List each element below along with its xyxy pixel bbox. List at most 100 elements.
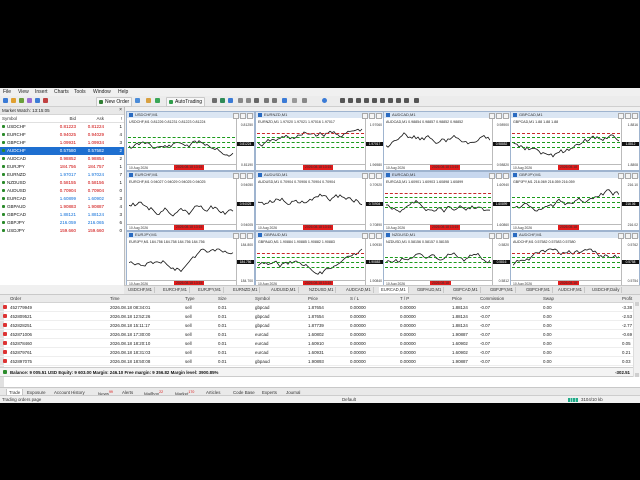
chart-body[interactable]: USDCHF,M1 0.81226 0.81231 0.81223 0.8122… — [127, 119, 254, 170]
metaeditor-icon[interactable] — [135, 98, 140, 103]
order-row[interactable]: 452879761 2026.08.18 18:31:03 sell 0.01 eurc… — [0, 348, 640, 357]
column-header[interactable]: Size — [218, 296, 227, 301]
chart-tab[interactable]: NZDUSD,M1 — [307, 287, 337, 293]
order-level-line[interactable] — [385, 197, 491, 198]
scroll-down-icon[interactable] — [635, 373, 639, 377]
market-watch-row[interactable]: USDCHF 0.81223 0.81224 1 — [0, 123, 124, 131]
tile-windows-icon[interactable] — [254, 98, 259, 103]
chart-window[interactable]: NZDUSD,M1 NZDUSD,M1 0.58156 0.58157 0.581… — [383, 231, 511, 287]
scroll-up-icon[interactable] — [635, 302, 639, 306]
menu-view[interactable]: View — [18, 89, 29, 95]
sl-level-line[interactable] — [512, 133, 620, 134]
strategy-tester-icon[interactable] — [43, 98, 48, 103]
chart-tab[interactable]: EURCHF,M1 — [161, 287, 190, 293]
channel-icon[interactable] — [380, 98, 385, 103]
terminal-icon[interactable] — [35, 98, 40, 103]
order-row[interactable]: 452828251 2026.08.18 15:11:17 sell 0.01 gbpc… — [0, 321, 640, 330]
shapes-icon[interactable] — [414, 98, 419, 103]
chart-title-bar[interactable]: EURCAD,M1 — [384, 172, 510, 179]
chart-body[interactable]: AUDCAD,M1 0.98854 0.98857 0.98852 0.9885… — [384, 119, 510, 170]
order-level-line[interactable] — [128, 137, 235, 138]
navigator-icon[interactable] — [27, 98, 32, 103]
order-level-line[interactable] — [512, 137, 620, 138]
chart-title-bar[interactable]: GBPJPY,M1 — [511, 172, 639, 179]
templates-icon[interactable] — [302, 98, 307, 103]
close-icon[interactable]: × — [119, 107, 122, 114]
column-header[interactable]: T / P — [400, 296, 409, 301]
order-row[interactable]: 452779949 2026.08.18 08:34:01 sell 0.01 gbpc… — [0, 303, 640, 312]
chart-window[interactable]: AUDCAD,M1 AUDCAD,M1 0.98854 0.98857 0.988… — [383, 111, 511, 171]
chart-body[interactable]: NZDUSD,M1 0.58156 0.58157 0.58155 0.5820 0… — [384, 239, 510, 286]
column-header[interactable]: Commission — [480, 296, 504, 301]
order-level-line[interactable] — [128, 142, 235, 143]
market-watch-row[interactable]: EURJPY 184.756 184.757 1 — [0, 163, 124, 171]
order-row[interactable]: 452871006 2026.08.18 17:30:00 sell 0.01 eurc… — [0, 330, 640, 339]
chart-tab[interactable]: AUDCHF,M1 — [556, 287, 585, 293]
market-watch-row[interactable]: AUDCAD 0.98852 0.98854 2 — [0, 155, 124, 163]
column-header[interactable]: Swap — [543, 296, 554, 301]
menu-tools[interactable]: Tools — [74, 89, 86, 95]
open-folder-icon[interactable] — [11, 98, 16, 103]
chart-body[interactable]: GBPCAD,M1 1.88 1.88 1.88 1.8816 1.8812 1.88… — [511, 119, 639, 170]
sl-level-line[interactable] — [257, 133, 364, 134]
chart-window[interactable]: USDCHF,M1 USDCHF,M1 0.81226 0.81231 0.812… — [126, 111, 255, 171]
bid-column-header[interactable]: Bid — [69, 115, 76, 122]
chart-window[interactable]: AUDUSD,M1 AUDUSD,M1 0.70904 0.70906 0.709… — [255, 171, 384, 231]
vertical-line-icon[interactable] — [356, 98, 361, 103]
chart-body[interactable]: GBPAUD,M1 1.90884 1.90885 1.90882 1.9088… — [256, 239, 383, 286]
crosshair-icon[interactable] — [348, 98, 353, 103]
chart-tab[interactable]: EURCAD,M1 — [379, 287, 409, 293]
spread-column-header[interactable]: ! — [121, 115, 122, 122]
line-chart-icon[interactable] — [228, 98, 233, 103]
fibonacci-icon[interactable] — [388, 98, 393, 103]
column-header[interactable]: Type — [185, 296, 195, 301]
column-header[interactable]: Price — [308, 296, 318, 301]
label-tool-icon[interactable] — [404, 98, 409, 103]
text-tool-icon[interactable] — [396, 98, 401, 103]
market-watch-row[interactable]: AUDUSD 0.70904 0.70904 0 — [0, 187, 124, 195]
order-level-line[interactable] — [385, 262, 491, 263]
cloud-icon[interactable] — [155, 98, 160, 103]
order-row[interactable]: 452878460 2026.08.18 18:20:10 sell 0.01 eurc… — [0, 339, 640, 348]
chart-body[interactable]: EURNZD,M1 1.97020 1.97021 1.97016 1.9701… — [256, 119, 383, 170]
column-header[interactable]: Time — [110, 296, 120, 301]
trendline-icon[interactable] — [372, 98, 377, 103]
order-level-line[interactable] — [257, 142, 364, 143]
new-order-button[interactable]: New Order — [96, 97, 133, 107]
order-level-line[interactable] — [385, 202, 491, 203]
order-level-line[interactable] — [257, 147, 364, 148]
chart-tab[interactable]: AUDUSD,M1 — [269, 287, 299, 293]
market-watch-icon[interactable] — [19, 98, 24, 103]
menu-insert[interactable]: Insert — [35, 89, 48, 95]
zoom-out-icon[interactable] — [246, 98, 251, 103]
chart-body[interactable]: EURCAD,M1 1.60901 1.60903 1.60898 1.6089… — [384, 179, 510, 230]
symbol-column-header[interactable]: Symbol — [2, 115, 17, 122]
chart-tab[interactable]: GBPCAD,M1 — [451, 287, 481, 293]
chart-tab[interactable]: EURNZD,M1 — [231, 287, 261, 293]
chart-shift-icon[interactable] — [272, 98, 277, 103]
zoom-in-icon[interactable] — [238, 98, 243, 103]
order-level-line[interactable] — [512, 197, 620, 198]
market-watch-row[interactable]: AUDCHF 0.57580 0.57582 2 — [0, 147, 124, 155]
terminal-scrollbar[interactable] — [633, 302, 640, 377]
market-watch-row[interactable]: GBPAUD 1.90883 1.90887 4 — [0, 203, 124, 211]
market-watch-row[interactable]: NZDUSD 0.58155 0.58156 1 — [0, 179, 124, 187]
chart-title-bar[interactable]: AUDUSD,M1 — [256, 172, 383, 179]
chart-title-bar[interactable]: USDCHF,M1 — [127, 112, 254, 119]
ask-column-header[interactable]: Ask — [96, 115, 104, 122]
chart-body[interactable]: EURJPY,M1 184.756 184.758 184.756 184.75… — [127, 239, 254, 286]
order-row[interactable]: 452897075 2026.08.18 18:50:08 sell 0.01 gbpa… — [0, 357, 640, 366]
chart-tab[interactable]: GBPCHF,M1 — [524, 287, 553, 293]
order-level-line[interactable] — [385, 207, 491, 208]
chart-tab[interactable]: GBPAUD,M1 — [415, 287, 445, 293]
market-watch-row[interactable]: GBPCAD 1.88121 1.88124 3 — [0, 211, 124, 219]
column-header[interactable]: S / L — [350, 296, 359, 301]
column-header[interactable]: Symbol — [255, 296, 270, 301]
chart-title-bar[interactable]: AUDCHF,M1 — [511, 232, 639, 239]
column-header[interactable]: Order — [10, 296, 21, 301]
market-watch-row[interactable]: EURCHF 0.94025 0.94029 4 — [0, 131, 124, 139]
chart-body[interactable]: EURCHF,M1 0.94027 0.94029 0.94025 0.9402… — [127, 179, 254, 230]
order-level-line[interactable] — [257, 262, 364, 263]
sl-level-line[interactable] — [512, 253, 620, 254]
order-level-line[interactable] — [257, 257, 364, 258]
